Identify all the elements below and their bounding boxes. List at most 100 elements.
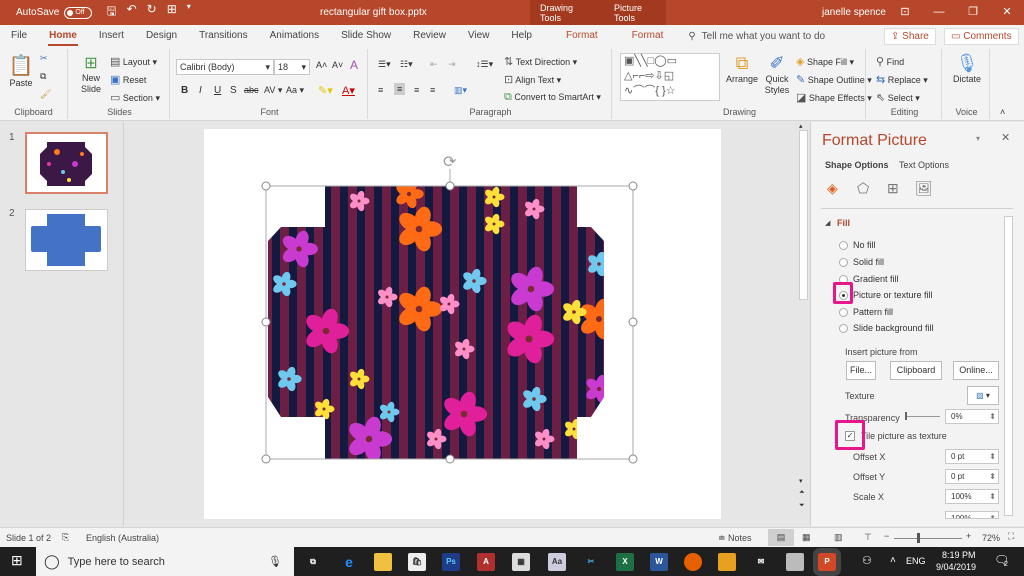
pane-scrollbar[interactable]: [1004, 216, 1013, 516]
resize-handle[interactable]: [261, 317, 271, 327]
picture-texture-fill-radio[interactable]: Picture or texture fill: [839, 290, 933, 300]
copy-icon[interactable]: ⧉: [40, 71, 46, 82]
shadow-icon[interactable]: S: [230, 85, 237, 96]
task-view-icon[interactable]: ⧉: [304, 553, 322, 571]
offset-x-input[interactable]: 0 pt: [945, 449, 999, 464]
tab-transitions[interactable]: Transitions: [188, 25, 259, 47]
quick-styles-button[interactable]: ✐ Quick Styles: [762, 53, 792, 96]
paste-button[interactable]: 📋 Paste: [8, 53, 34, 88]
firefox-icon[interactable]: [684, 553, 702, 571]
windows-start-icon[interactable]: ⊞: [11, 552, 23, 569]
replace-button[interactable]: ⇆ Replace ▾: [876, 73, 928, 86]
calculator-icon[interactable]: ▦: [512, 553, 530, 571]
file-explorer-icon[interactable]: [374, 553, 392, 571]
taskbar-search[interactable]: ◯ Type here to search 🎙: [36, 547, 294, 576]
find-button[interactable]: ⚲ Find: [876, 55, 904, 68]
resize-handle[interactable]: [628, 454, 638, 464]
bold-icon[interactable]: B: [181, 85, 188, 96]
dictate-button[interactable]: 🎙 Dictate: [950, 53, 984, 84]
tab-design[interactable]: Design: [135, 25, 188, 47]
shrink-font-icon[interactable]: A˅: [332, 60, 343, 70]
tab-slide-show[interactable]: Slide Show: [330, 25, 402, 47]
tab-review[interactable]: Review: [402, 25, 457, 47]
effects-icon[interactable]: ⬠: [857, 180, 869, 197]
spell-check-icon[interactable]: ⎘: [62, 532, 69, 543]
online-button[interactable]: Online...: [953, 361, 999, 380]
zoom-slider-thumb[interactable]: [917, 533, 920, 543]
redo-icon[interactable]: ↻: [147, 2, 157, 23]
character-spacing-icon[interactable]: AV ▾: [264, 85, 282, 96]
close-icon[interactable]: ✕: [990, 0, 1024, 25]
collapse-fill-icon[interactable]: ◢: [825, 219, 830, 227]
grow-font-icon[interactable]: A˄: [316, 60, 327, 70]
tab-insert[interactable]: Insert: [88, 25, 135, 47]
tell-me-search[interactable]: ⚲ Tell me what you want to do: [688, 31, 825, 42]
resize-handle[interactable]: [628, 317, 638, 327]
store-icon[interactable]: 🛍: [408, 553, 426, 571]
align-left-icon[interactable]: ≡: [378, 85, 383, 95]
photoshop-icon[interactable]: Ps: [442, 553, 460, 571]
vertical-scrollbar[interactable]: ▴ ▾ ⏶ ⏷: [797, 122, 809, 526]
edge-icon[interactable]: e: [340, 553, 358, 571]
numbering-icon[interactable]: ☷▾: [400, 59, 413, 70]
show-hidden-icons[interactable]: ˄: [890, 555, 896, 566]
clock-time[interactable]: 8:19 PM: [942, 550, 976, 560]
language-indicator[interactable]: English (Australia): [86, 533, 159, 543]
italic-icon[interactable]: I: [199, 85, 202, 96]
align-text-button[interactable]: ⊡ Align Text ▾: [504, 73, 561, 86]
arrange-button[interactable]: ⧉ Arrange: [726, 53, 758, 84]
align-center-icon[interactable]: ≡: [394, 83, 406, 95]
slide-thumbnail-1[interactable]: [25, 132, 108, 194]
excel-icon[interactable]: X: [616, 553, 634, 571]
offset-y-input[interactable]: 0 pt: [945, 469, 999, 484]
font-color-icon[interactable]: A▾: [342, 84, 355, 97]
scale-x-input[interactable]: 100%: [945, 489, 999, 504]
share-button[interactable]: ⇪ Share: [884, 28, 936, 45]
tab-format-drawing[interactable]: Format: [555, 25, 609, 47]
reading-view-icon[interactable]: ▥: [834, 532, 843, 543]
shape-outline-button[interactable]: ✎ Shape Outline ▾: [796, 73, 872, 86]
slideshow-view-icon[interactable]: ⊤: [864, 532, 872, 543]
convert-smartart-button[interactable]: ⧉ Convert to SmartArt ▾: [504, 91, 601, 104]
slide-background-fill-radio[interactable]: Slide background fill: [839, 323, 934, 333]
resize-handle[interactable]: [445, 454, 455, 464]
comments-button[interactable]: ▭ Comments: [944, 28, 1019, 45]
normal-view-icon[interactable]: ▤: [768, 529, 794, 546]
microphone-icon[interactable]: 🎙: [268, 555, 282, 568]
reset-button[interactable]: ▣ Reset: [110, 73, 146, 86]
scrollbar-thumb[interactable]: [799, 130, 808, 300]
collapse-ribbon-icon[interactable]: ˄: [1000, 107, 1005, 117]
powerpoint-icon[interactable]: P: [813, 548, 841, 576]
clipboard-button[interactable]: Clipboard: [890, 361, 942, 380]
restore-icon[interactable]: ❐: [956, 0, 990, 25]
app-icon[interactable]: Aa: [548, 553, 566, 571]
notes-button[interactable]: ≐ Notes: [718, 533, 752, 544]
shape-fill-button[interactable]: ◈ Shape Fill ▾: [796, 55, 854, 68]
scroll-down-icon[interactable]: ▾: [799, 477, 803, 485]
undo-icon[interactable]: ↶: [127, 2, 137, 23]
previous-slide-icon[interactable]: ⏶: [799, 489, 805, 497]
fit-slide-icon[interactable]: ⛶: [1008, 531, 1014, 542]
transparency-input[interactable]: 0%: [945, 409, 999, 424]
change-case-icon[interactable]: Aa ▾: [286, 85, 304, 96]
size-properties-icon[interactable]: ⊞: [887, 180, 899, 197]
texture-dropdown[interactable]: ▨ ▾: [967, 386, 999, 405]
people-icon[interactable]: ⚇: [862, 554, 872, 567]
zoom-level[interactable]: 72%: [982, 533, 1000, 543]
highlight-icon[interactable]: ✎▾: [318, 84, 333, 97]
tab-shape-options[interactable]: Shape Options: [825, 160, 889, 170]
fill-section-header[interactable]: Fill: [837, 218, 850, 228]
bullets-icon[interactable]: ☰▾: [378, 59, 391, 70]
word-icon[interactable]: W: [650, 553, 668, 571]
font-family-select[interactable]: Calibri (Body) ▾: [176, 59, 274, 75]
scale-y-input[interactable]: 100%: [945, 511, 999, 519]
tab-view[interactable]: View: [457, 25, 501, 47]
tab-format-picture[interactable]: Format: [621, 25, 675, 47]
slide-sorter-icon[interactable]: ▦: [802, 532, 811, 543]
clock-date[interactable]: 9/04/2019: [936, 562, 976, 572]
user-name[interactable]: janelle spence: [822, 7, 886, 18]
decrease-indent-icon[interactable]: ⇤: [430, 59, 438, 70]
shape-effects-button[interactable]: ◪ Shape Effects ▾: [796, 91, 872, 104]
text-direction-button[interactable]: ⇅ Text Direction ▾: [504, 55, 577, 68]
tab-help[interactable]: Help: [500, 25, 543, 47]
